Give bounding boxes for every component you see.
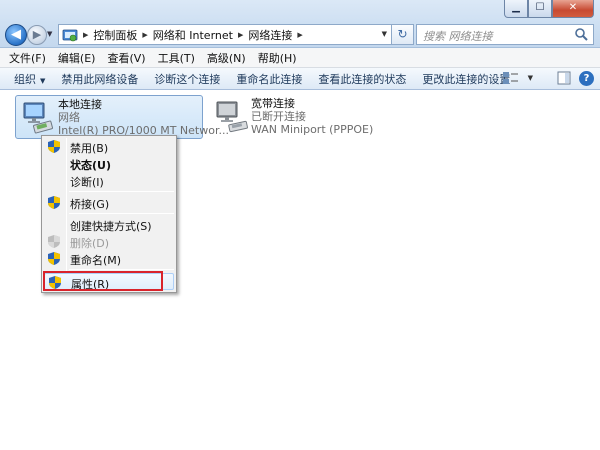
window-controls: ▁ ☐ ✕: [504, 0, 594, 18]
uac-shield-icon: [48, 140, 60, 153]
breadcrumb-separator[interactable]: ▶: [142, 31, 147, 39]
uac-shield-icon: [48, 196, 60, 209]
breadcrumb: 控制面板 ▶ 网络和 Internet ▶ 网络连接 ▶: [93, 27, 307, 43]
connection-name: 本地连接: [58, 98, 102, 111]
disable-device-button[interactable]: 禁用此网络设备: [53, 71, 146, 87]
connection-text: 宽带连接 已断开连接 WAN Miniport (PPPOE): [251, 97, 373, 136]
menu-bar: 文件(F) 编辑(E) 查看(V) 工具(T) 高级(N) 帮助(H): [0, 48, 600, 68]
menu-advanced[interactable]: 高级(N): [201, 50, 252, 66]
menu-item-status[interactable]: 状态(U): [44, 155, 174, 172]
menu-separator: [69, 191, 174, 192]
address-dropdown-icon[interactable]: ▼: [382, 30, 387, 38]
address-bar[interactable]: ▶ 控制面板 ▶ 网络和 Internet ▶ 网络连接 ▶ ▼: [58, 24, 392, 45]
connection-device: WAN Miniport (PPPOE): [251, 123, 374, 136]
menu-item-diagnose[interactable]: 诊断(I): [44, 172, 174, 189]
rename-connection-button[interactable]: 重命名此连接: [228, 71, 310, 87]
close-button[interactable]: ✕: [552, 0, 594, 18]
uac-shield-icon: [48, 235, 60, 248]
menu-item-label: 状态(U): [70, 159, 111, 172]
breadcrumb-control-panel[interactable]: 控制面板: [93, 27, 137, 43]
connection-status: 网络: [58, 111, 80, 124]
menu-edit[interactable]: 编辑(E): [52, 50, 102, 66]
control-panel-icon: [62, 29, 78, 41]
breadcrumb-root-separator[interactable]: ▶: [83, 31, 88, 39]
menu-item-label: 重命名(M): [70, 254, 122, 267]
menu-file[interactable]: 文件(F): [3, 50, 52, 66]
change-view-icon[interactable]: [502, 70, 520, 86]
menu-item-disable[interactable]: 禁用(B): [44, 138, 174, 155]
breadcrumb-network-internet[interactable]: 网络和 Internet: [153, 27, 233, 43]
menu-item-create-shortcut[interactable]: 创建快捷方式(S): [44, 216, 174, 233]
chevron-down-icon: ▼: [40, 76, 46, 85]
menu-view[interactable]: 查看(V): [101, 50, 151, 66]
organize-button[interactable]: 组织 ▼: [0, 71, 53, 87]
connection-status: 已断开连接: [251, 110, 306, 123]
network-adapter-icon: [23, 102, 54, 134]
connection-item-broadband[interactable]: 宽带连接 已断开连接 WAN Miniport (PPPOE): [209, 95, 389, 139]
command-bar: 组织 ▼ 禁用此网络设备 诊断这个连接 重命名此连接 查看此连接的状态 更改此连接…: [0, 68, 600, 90]
minimize-button[interactable]: ▁: [504, 0, 528, 18]
window-titlebar: ▁ ☐ ✕ ◀ ▶ ▼ ▶ 控制面板 ▶ 网络和 Internet ▶ 网络连接…: [0, 0, 600, 48]
connection-item-local[interactable]: 本地连接 网络 Intel(R) PRO/1000 MT Networ...: [15, 95, 229, 139]
broadband-adapter-icon: [216, 101, 248, 133]
menu-separator: [69, 269, 174, 270]
menu-separator: [69, 213, 174, 214]
view-dropdown-icon[interactable]: ▼: [528, 74, 533, 82]
breadcrumb-separator[interactable]: ▶: [238, 31, 243, 39]
connection-name: 宽带连接: [251, 97, 295, 110]
view-status-button[interactable]: 查看此连接的状态: [310, 71, 414, 87]
back-button[interactable]: ◀: [5, 24, 27, 46]
menu-item-delete: 删除(D): [44, 233, 174, 250]
maximize-button[interactable]: ☐: [528, 0, 552, 18]
organize-label: 组织: [14, 72, 36, 86]
menu-item-bridge[interactable]: 桥接(G): [44, 194, 174, 211]
menu-item-label: 创建快捷方式(S): [70, 220, 152, 233]
command-bar-right: ▼ ?: [502, 70, 594, 86]
forward-button[interactable]: ▶: [27, 25, 47, 45]
breadcrumb-separator[interactable]: ▶: [297, 31, 302, 39]
highlight-annotation-box: [43, 271, 163, 291]
diagnose-connection-button[interactable]: 诊断这个连接: [146, 71, 228, 87]
menu-item-label: 诊断(I): [70, 176, 104, 189]
search-icon[interactable]: [574, 27, 589, 42]
connection-text: 本地连接 网络 Intel(R) PRO/1000 MT Networ...: [58, 98, 229, 137]
uac-shield-icon: [48, 252, 60, 265]
recent-pages-dropdown[interactable]: ▼: [47, 30, 52, 38]
help-icon[interactable]: ?: [579, 70, 594, 86]
search-input[interactable]: 搜索 网络连接: [423, 28, 493, 44]
menu-item-label: 删除(D): [70, 237, 110, 250]
menu-item-rename[interactable]: 重命名(M): [44, 250, 174, 267]
menu-item-label: 禁用(B): [70, 142, 109, 155]
search-box[interactable]: 搜索 网络连接: [416, 24, 594, 45]
refresh-button[interactable]: ↻: [392, 24, 414, 45]
context-menu: 禁用(B) 状态(U) 诊断(I) 桥接(G) 创建快捷方式(S) 删除(D): [41, 135, 177, 293]
menu-tools[interactable]: 工具(T): [152, 50, 201, 66]
breadcrumb-network-connections[interactable]: 网络连接: [248, 27, 292, 43]
preview-pane-icon[interactable]: [557, 71, 571, 85]
menu-item-label: 桥接(G): [70, 198, 110, 211]
menu-help[interactable]: 帮助(H): [252, 50, 303, 66]
